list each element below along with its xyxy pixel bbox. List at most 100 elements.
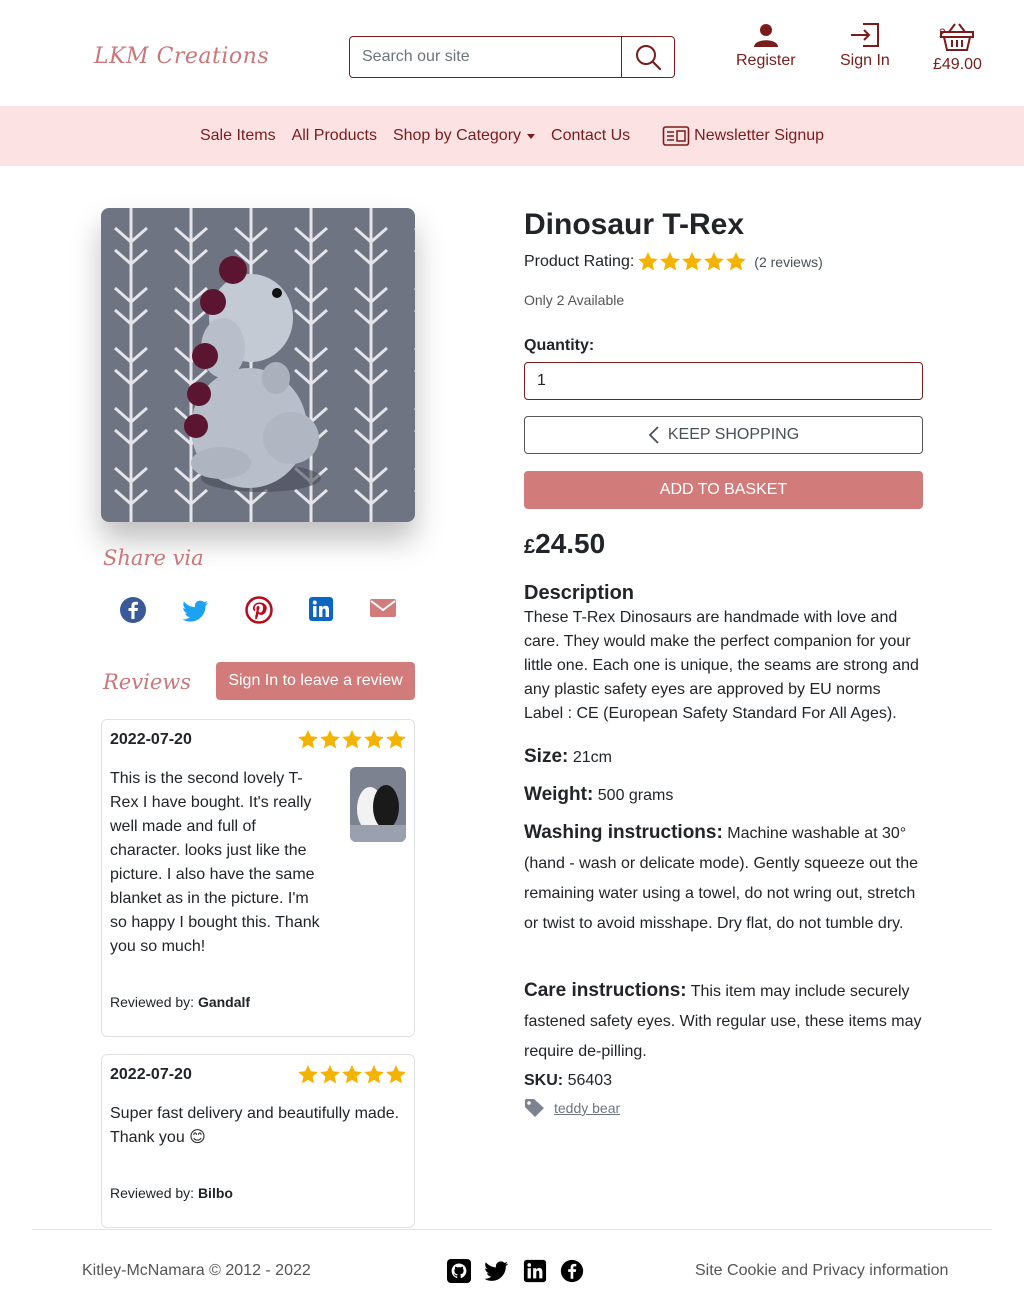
reviewer: Reviewed by: Gandalf — [110, 994, 250, 1010]
facebook-icon — [119, 597, 146, 623]
review-photo[interactable] — [350, 767, 406, 842]
star-icon — [342, 730, 362, 749]
basket-count: 2 — [939, 26, 946, 40]
search-button[interactable] — [621, 37, 674, 77]
tag-link[interactable]: teddy bear — [554, 1100, 620, 1116]
facebook-icon — [560, 1259, 584, 1283]
spec-size: Size: 21cm — [524, 742, 924, 773]
size-label: Size: — [524, 746, 569, 767]
sign-in-to-review-button[interactable]: Sign In to leave a review — [216, 662, 415, 700]
pinterest-icon — [245, 596, 273, 624]
nav-contact-us[interactable]: Contact Us — [543, 127, 638, 145]
sku-label: SKU: — [524, 1072, 564, 1089]
user-icon — [753, 24, 778, 47]
linkedin-link[interactable] — [523, 1259, 547, 1288]
linkedin-icon — [309, 597, 334, 621]
product-tag: teddy bear — [524, 1098, 620, 1118]
reviewed-by-label: Reviewed by: — [110, 1185, 195, 1201]
github-link[interactable] — [447, 1259, 471, 1288]
description-title: Description — [524, 582, 635, 604]
register-label: Register — [736, 52, 796, 69]
product-rating-label: Product Rating: — [524, 252, 635, 270]
basket-link[interactable]: 2 £49.00 — [933, 22, 982, 74]
nav-sale-items[interactable]: Sale Items — [192, 127, 284, 145]
quantity-label: Quantity: — [524, 337, 595, 354]
product-rating: Product Rating: (2 reviews) — [524, 252, 823, 271]
facebook-share-button[interactable] — [119, 596, 147, 624]
review-date: 2022-07-20 — [110, 1065, 192, 1083]
nav-newsletter-label: Newsletter Signup — [694, 127, 825, 144]
sku-value: 56403 — [567, 1072, 613, 1089]
search-icon — [636, 45, 662, 71]
star-icon — [298, 1065, 318, 1084]
envelope-icon — [370, 599, 397, 617]
price-currency: £ — [524, 536, 536, 558]
review-date: 2022-07-20 — [110, 730, 192, 748]
quantity-input[interactable]: 1 — [524, 362, 923, 400]
linkedin-icon — [523, 1259, 547, 1283]
nav-all-products[interactable]: All Products — [284, 127, 385, 145]
review-text: This is the second lovely T-Rex I have b… — [110, 770, 320, 955]
star-icon — [320, 1065, 340, 1084]
footer-social-links — [447, 1259, 584, 1288]
newspaper-icon — [662, 126, 690, 146]
pinterest-share-button[interactable] — [245, 596, 273, 624]
privacy-link[interactable]: Site Cookie and Privacy information — [695, 1262, 948, 1280]
signin-label: Sign In — [840, 52, 890, 69]
size-value: 21cm — [572, 749, 612, 766]
description-text: These T-Rex Dinosaurs are handmade with … — [524, 609, 919, 722]
email-share-button[interactable] — [369, 596, 397, 624]
star-icon — [364, 730, 384, 749]
spec-care: Care instructions: This item may include… — [524, 976, 924, 1067]
signin-link[interactable]: Sign In — [840, 22, 890, 70]
washing-label: Washing instructions: — [524, 822, 723, 843]
review-thumbnail — [350, 767, 406, 842]
care-label: Care instructions: — [524, 980, 687, 1001]
star-icon — [660, 252, 681, 271]
share-title: Share via — [103, 546, 204, 570]
reviews-count[interactable]: (2 reviews) — [754, 254, 822, 270]
linkedin-share-button[interactable] — [308, 596, 334, 624]
reviewed-by-label: Reviewed by: — [110, 994, 195, 1010]
star-icon — [342, 1065, 362, 1084]
nav-newsletter-signup[interactable]: Newsletter Signup — [654, 125, 832, 147]
product-price: £24.50 — [524, 528, 605, 560]
weight-label: Weight: — [524, 784, 594, 805]
product-photo — [101, 208, 415, 522]
chevron-left-icon — [648, 426, 659, 444]
weight-value: 500 grams — [597, 787, 674, 804]
star-icon — [638, 252, 659, 271]
reviewer-name: Bilbo — [197, 1185, 233, 1201]
star-icon — [298, 730, 318, 749]
price-value: 24.50 — [535, 528, 606, 559]
keep-shopping-button[interactable]: KEEP SHOPPING — [524, 416, 923, 454]
site-logo[interactable]: LKM Creations — [94, 44, 269, 69]
twitter-icon — [484, 1261, 509, 1281]
star-icon — [320, 730, 340, 749]
review-card: 2022-07-20 Super fast delivery and beaut… — [101, 1054, 415, 1228]
nav-shop-by-category[interactable]: Shop by Category — [385, 127, 543, 145]
twitter-share-button[interactable] — [182, 596, 210, 624]
twitter-link[interactable] — [484, 1259, 510, 1288]
reviews-title: Reviews — [103, 670, 191, 694]
product-image[interactable] — [101, 208, 415, 522]
basket-total: £49.00 — [933, 56, 982, 73]
add-to-basket-button[interactable]: ADD TO BASKET — [524, 471, 923, 509]
review-stars — [298, 1065, 406, 1084]
spec-weight: Weight: 500 grams — [524, 780, 924, 811]
spec-washing: Washing instructions: Machine washable a… — [524, 818, 924, 939]
facebook-link[interactable] — [560, 1259, 584, 1288]
github-icon — [447, 1259, 471, 1283]
share-buttons — [101, 596, 415, 624]
review-card: 2022-07-20 This is the second lovely T-R… — [101, 719, 415, 1037]
reviewer-name: Gandalf — [197, 994, 251, 1010]
keep-shopping-label: KEEP SHOPPING — [667, 426, 800, 443]
star-icon — [386, 730, 406, 749]
nav-shop-by-category-label: Shop by Category — [392, 127, 522, 144]
caret-down-icon — [527, 133, 536, 139]
search-input[interactable] — [350, 37, 621, 77]
footer-copyright: Kitley-McNamara © 2012 - 2022 — [82, 1262, 311, 1279]
register-link[interactable]: Register — [736, 22, 796, 70]
star-icon — [704, 252, 725, 271]
availability: Only 2 Available — [524, 292, 625, 308]
